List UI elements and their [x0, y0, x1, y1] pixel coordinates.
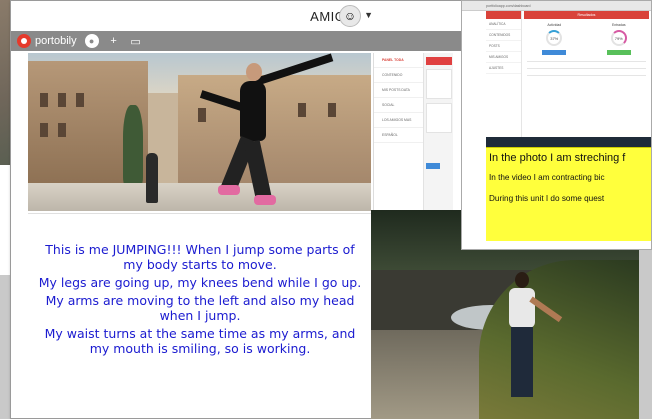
- user-bar: AMIGO ☺ ▼: [11, 1, 461, 31]
- stretching-person: [501, 272, 563, 412]
- url-bar[interactable]: portfolioapp.com/dashboard: [462, 1, 651, 11]
- photo-window: [328, 103, 336, 117]
- photo-window: [76, 93, 84, 107]
- divider: [527, 61, 646, 62]
- person-leg: [243, 139, 273, 203]
- story-line: My arms are moving to the left and also …: [45, 293, 355, 323]
- dashboard-side-item[interactable]: CONTENIDOS: [486, 30, 521, 41]
- side-item-contenido[interactable]: CONTENIDO: [374, 68, 423, 83]
- app-name[interactable]: portobily: [35, 35, 77, 47]
- camera-icon[interactable]: ●: [84, 34, 99, 48]
- photo-window: [40, 93, 48, 107]
- taskbar: [486, 137, 651, 147]
- gauge-button[interactable]: [606, 50, 631, 55]
- dashboard-sidebar-header: [486, 11, 521, 19]
- photo-window: [58, 123, 66, 137]
- note-line: During this unit I do some quest: [489, 194, 605, 203]
- gauge-card: Entradas 79%: [589, 23, 650, 55]
- divider: [527, 68, 646, 69]
- gauge-button[interactable]: [542, 50, 567, 55]
- side-card: [426, 103, 452, 133]
- app-toolbar: portobily ● + ▭: [11, 31, 461, 51]
- side-item-amigos[interactable]: LOS AMIGOS MAS: [374, 113, 423, 128]
- gauge-row: Actividad 37% Entradas 79%: [524, 23, 649, 55]
- side-item-social[interactable]: SOCIAL: [374, 98, 423, 113]
- divider: [527, 75, 646, 76]
- person-head: [246, 63, 262, 81]
- note-line: In the video I am contracting bic: [489, 173, 605, 182]
- photo-window: [198, 108, 206, 122]
- person-torso: [240, 81, 266, 141]
- jumping-photo[interactable]: [28, 53, 371, 211]
- dashboard-side-item[interactable]: POSTS: [486, 41, 521, 52]
- photo-window: [58, 93, 66, 107]
- person-shirt: [509, 288, 535, 328]
- dashboard-side-item[interactable]: ANALÍTICA: [486, 19, 521, 30]
- side-item-idioma[interactable]: ESPAÑOL: [374, 128, 423, 143]
- gauge-label: Entradas: [611, 23, 626, 27]
- photo-window: [298, 103, 306, 117]
- gauge-value: 79%: [610, 30, 627, 46]
- url-text[interactable]: portfolioapp.com/dashboard: [486, 4, 531, 8]
- chevron-down-icon[interactable]: ▼: [364, 10, 373, 20]
- dashboard-header-bar: Resultados: [524, 11, 649, 19]
- dashboard-sidebar: ANALÍTICA CONTENIDOS POSTS MIS AMIGOS AJ…: [486, 11, 522, 141]
- avatar-icon[interactable]: ☺: [339, 5, 361, 27]
- person-head: [515, 272, 529, 288]
- side-item-posts[interactable]: MIS POSTS DATA: [374, 83, 423, 98]
- photo-window: [40, 123, 48, 137]
- story-line: My legs are going up, my knees bend whil…: [38, 275, 362, 290]
- story-line: My waist turns at the same time as my ar…: [44, 326, 356, 356]
- person-shoe: [254, 195, 276, 205]
- side-content: [426, 57, 452, 207]
- story-line: This is me JUMPING!!! When I jump some p…: [45, 242, 355, 272]
- person-shoe: [218, 185, 240, 195]
- dashboard-window: portfolioapp.com/dashboard ANALÍTICA CON…: [461, 0, 652, 250]
- yellow-notes: In the photo I am streching f In the vid…: [486, 147, 651, 241]
- dashboard-header: Resultados: [577, 13, 596, 17]
- side-item-panel[interactable]: PANEL TODA: [374, 53, 423, 68]
- jumping-person: [199, 53, 334, 205]
- gauge-card: Actividad 37%: [524, 23, 585, 55]
- story-panel: This is me JUMPING!!! When I jump some p…: [28, 213, 371, 418]
- dashboard-main: Resultados Actividad 37% Entradas 79%: [524, 11, 649, 141]
- photo-tree: [123, 105, 143, 185]
- person-pants: [511, 327, 533, 397]
- gauge-label: Actividad: [547, 23, 562, 27]
- photo-ground: [28, 183, 371, 211]
- app-logo-icon[interactable]: [17, 34, 31, 48]
- gauge-value: 37%: [546, 30, 563, 46]
- side-panel: PANEL TODA CONTENIDO MIS POSTS DATA SOCI…: [373, 53, 453, 211]
- photo-bystander: [146, 153, 158, 203]
- side-menu: PANEL TODA CONTENIDO MIS POSTS DATA SOCI…: [374, 53, 424, 211]
- folder-icon[interactable]: ▭: [129, 34, 143, 48]
- story-text: This is me JUMPING!!! When I jump some p…: [36, 242, 364, 359]
- dashboard-side-item[interactable]: MIS AMIGOS: [486, 52, 521, 63]
- side-card: [426, 69, 452, 99]
- note-line: In the photo I am streching f: [489, 152, 626, 164]
- dashboard-side-item[interactable]: AJUSTES: [486, 63, 521, 74]
- side-header-bar: [426, 57, 452, 65]
- side-button[interactable]: [426, 163, 440, 169]
- plus-icon[interactable]: +: [107, 34, 121, 48]
